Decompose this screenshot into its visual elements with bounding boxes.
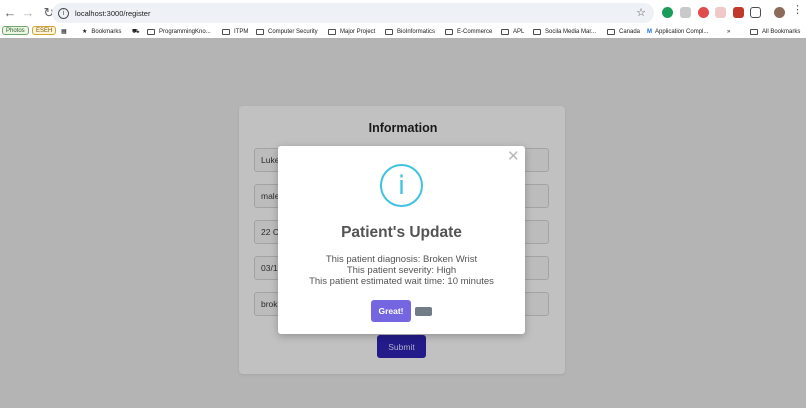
severity-text: This patient severity: High (346, 265, 457, 276)
bookmark-photos[interactable]: Photos (2, 26, 29, 35)
apps-grid-icon[interactable]: ▦ (61, 26, 67, 37)
folder-icon (750, 28, 758, 35)
bookmark-bioinformatics[interactable]: BioInformatics (385, 26, 435, 37)
folder-icon (607, 28, 615, 35)
folder-icon (533, 28, 541, 35)
bookmark-apl[interactable]: APL (501, 26, 524, 37)
kebab-menu-icon[interactable]: ⋮ (792, 5, 803, 16)
bookmark-label: APL (513, 28, 525, 35)
bookmark-label: Application Compl... (655, 28, 709, 35)
modal-title: Patient's Update (341, 224, 462, 241)
close-icon[interactable]: ✕ (507, 149, 520, 164)
bookmark-label: Major Project (340, 28, 376, 35)
avatar[interactable] (774, 7, 785, 18)
car-icon[interactable]: ⛟ (132, 26, 140, 37)
grammarly-extension-icon[interactable] (662, 7, 673, 18)
site-info-icon[interactable]: i (58, 7, 69, 19)
extension-red-icon[interactable] (698, 7, 709, 18)
page-icon (147, 28, 155, 35)
bookmark-label: All Bookmarks (762, 28, 801, 35)
bookmark-canada[interactable]: Canada (607, 26, 640, 37)
bookmark-major-project[interactable]: Major Project (328, 26, 375, 37)
puzzle-icon[interactable] (750, 7, 761, 18)
extension-icon[interactable] (680, 7, 691, 18)
folder-icon (222, 28, 230, 35)
wait-time-text: This patient estimated wait time: 10 min… (309, 276, 494, 287)
info-icon: i (380, 164, 423, 207)
folder-icon (445, 28, 453, 35)
bookmark-application[interactable]: M Application Compl... (647, 26, 708, 37)
bookmark-computer-security[interactable]: Computer Security (256, 26, 318, 37)
great-button[interactable]: Great! (371, 300, 411, 322)
bookmark-star-icon[interactable]: ☆ (636, 6, 646, 19)
bookmark-social-media[interactable]: Socila Media Mar... (533, 26, 596, 37)
back-icon[interactable]: ← (1, 4, 19, 22)
bookmark-programming[interactable]: ProgrammingKno... (147, 26, 211, 37)
bookmark-eseh[interactable]: ESEH (32, 26, 57, 35)
bookmark-label: Socila Media Mar... (545, 28, 597, 35)
bookmark-label: Canada (619, 28, 641, 35)
extension-pink-icon[interactable] (715, 7, 726, 18)
folder-icon (385, 28, 393, 35)
gmail-icon: M (647, 28, 652, 35)
address-bar[interactable]: i localhost:3000/register ☆ (52, 3, 654, 23)
forward-icon[interactable]: → (19, 4, 37, 22)
folder-icon (328, 28, 336, 35)
bookmark-ecommerce[interactable]: E-Commerce (445, 26, 492, 37)
bookmark-label: ProgrammingKno... (159, 28, 211, 35)
bookmark-label: E-Commerce (457, 28, 493, 35)
star-icon: ★ (82, 29, 88, 35)
bookmark-all-bookmarks[interactable]: All Bookmarks (750, 26, 800, 37)
bookmark-label: Bookmarks (91, 28, 122, 35)
folder-icon (501, 28, 509, 35)
extension-dark-red-icon[interactable] (733, 7, 744, 18)
url-text: localhost:3000/register (75, 8, 151, 18)
bookmarks-bar: Photos ESEH ▦ ★ Bookmarks ⛟ ProgrammingKn… (0, 25, 806, 37)
bookmark-label: BioInformatics (397, 28, 436, 35)
bookmark-label: Computer Security (268, 28, 318, 35)
bookmark-label: ITPM (234, 28, 249, 35)
diagnosis-text: This patient diagnosis: Broken Wrist (325, 254, 478, 265)
more-bookmarks-icon[interactable]: » (727, 26, 730, 37)
bookmark-itpm[interactable]: ITPM (222, 26, 248, 37)
bookmark-bookmarks[interactable]: ★ Bookmarks (82, 26, 121, 37)
folder-icon (256, 28, 264, 35)
cancel-button[interactable] (415, 307, 432, 316)
